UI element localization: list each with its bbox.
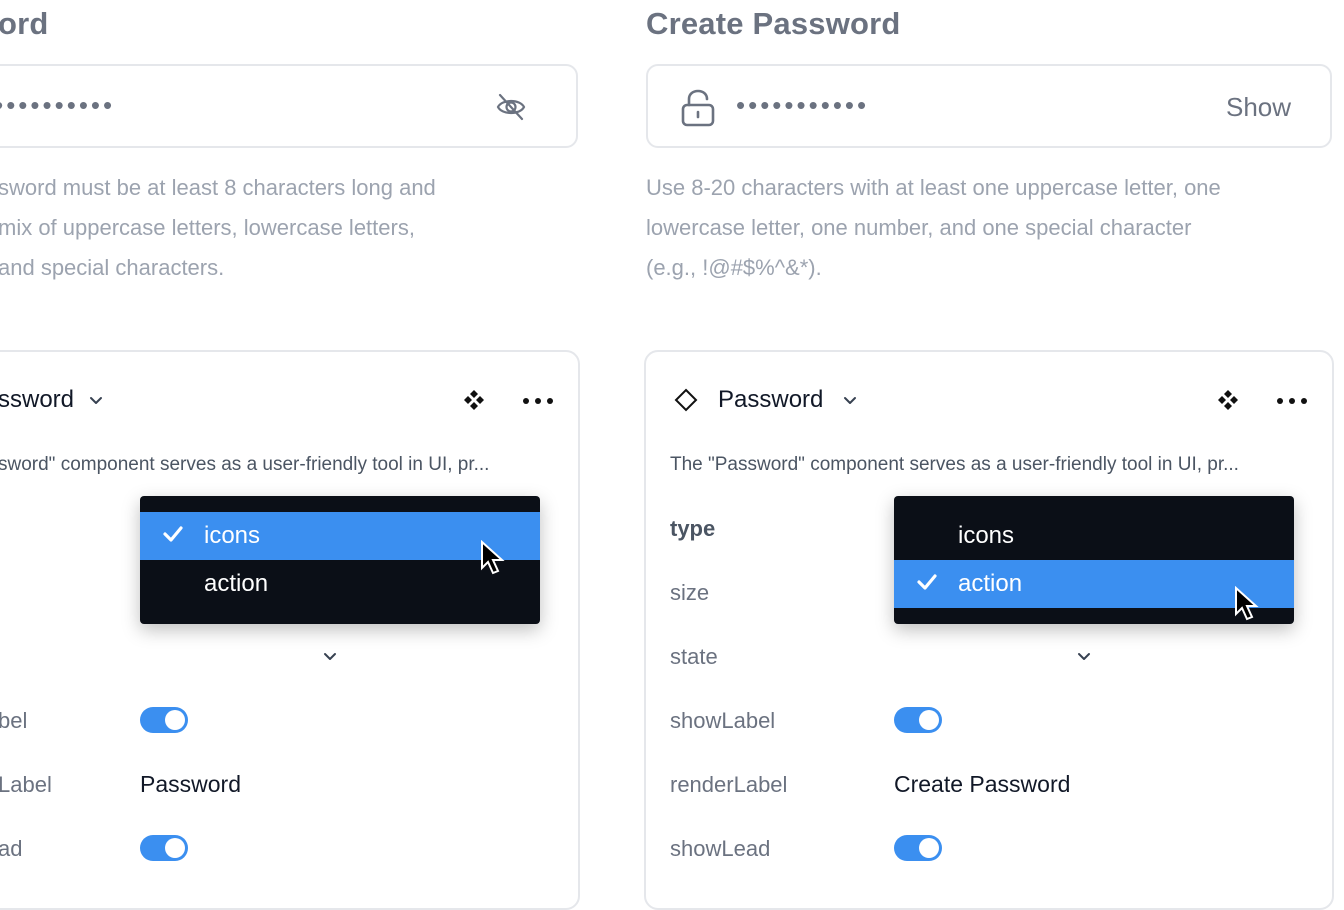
- left-toggle[interactable]: [140, 707, 188, 733]
- left-prop-label: bel: [0, 708, 28, 733]
- right-type-dropdown[interactable]: icons action: [894, 496, 1294, 624]
- right-section-title: Create Password: [646, 6, 901, 41]
- dropdown-option-action[interactable]: action: [140, 560, 540, 608]
- cursor-icon: [1234, 585, 1260, 624]
- lock-icon: [680, 88, 716, 133]
- left-component-description: sword" component serves as a user-friend…: [0, 454, 490, 475]
- component-icon[interactable]: [463, 389, 485, 416]
- prop-label-type: type: [670, 516, 716, 541]
- showlead-toggle[interactable]: [894, 835, 942, 861]
- more-icon[interactable]: [1276, 394, 1308, 412]
- right-password-mask: •••••••••••: [736, 90, 870, 120]
- prop-label-state: state: [670, 644, 718, 669]
- check-icon: [916, 572, 938, 597]
- chevron-down-icon[interactable]: [88, 392, 104, 413]
- more-icon[interactable]: [522, 394, 554, 412]
- chevron-down-icon[interactable]: [322, 650, 338, 669]
- renderlabel-value[interactable]: Create Password: [894, 771, 1070, 798]
- left-toggle[interactable]: [140, 835, 188, 861]
- left-render-label-value[interactable]: Password: [140, 771, 241, 798]
- left-password-mask: •••••••••••: [0, 90, 116, 120]
- chevron-down-icon[interactable]: [1076, 650, 1092, 669]
- dropdown-option-label: action: [204, 570, 269, 597]
- check-icon: [162, 524, 184, 549]
- dropdown-option-label: icons: [958, 522, 1015, 549]
- eye-off-icon[interactable]: [495, 92, 527, 127]
- left-component-name[interactable]: ssword: [0, 386, 74, 414]
- dropdown-option-action[interactable]: action: [894, 560, 1294, 621]
- dropdown-option-icons[interactable]: icons: [140, 512, 540, 575]
- dropdown-option-label: action: [958, 570, 1023, 597]
- right-component-name[interactable]: Password: [718, 386, 823, 414]
- left-component-card: [0, 350, 580, 910]
- prop-label-size: size: [670, 580, 710, 605]
- left-type-dropdown[interactable]: icons action: [140, 496, 540, 624]
- right-component-card: [644, 350, 1334, 910]
- show-password-button[interactable]: Show: [1226, 92, 1291, 123]
- component-icon[interactable]: [1217, 389, 1239, 416]
- dropdown-option-label: icons: [204, 522, 261, 549]
- left-hint-line-2: mix of uppercase letters, lowercase lett…: [0, 215, 415, 240]
- chevron-down-icon[interactable]: [842, 392, 858, 413]
- left-hint-line-3: and special characters.: [0, 255, 225, 280]
- left-password-field[interactable]: •••••••••••: [0, 64, 578, 148]
- prop-label-showlabel: showLabel: [670, 708, 776, 733]
- dropdown-option-icons[interactable]: icons: [894, 512, 1294, 560]
- right-component-description: The "Password" component serves as a use…: [670, 454, 1239, 475]
- right-hint-line-1: Use 8-20 characters with at least one up…: [646, 175, 1221, 200]
- prop-label-renderlabel: renderLabel: [670, 772, 788, 797]
- left-section-title: ord: [0, 6, 49, 41]
- right-hint-line-2: lowercase letter, one number, and one sp…: [646, 215, 1192, 240]
- right-password-field[interactable]: ••••••••••• Show: [646, 64, 1332, 148]
- left-prop-label: ad: [0, 836, 23, 861]
- showlabel-toggle[interactable]: [894, 707, 942, 733]
- right-hint-line-3: (e.g., !@#$%^&*).: [646, 255, 822, 280]
- diamond-icon: [674, 388, 698, 417]
- left-prop-label: Label: [0, 772, 52, 797]
- prop-label-showlead: showLead: [670, 836, 771, 861]
- left-hint-line-1: sword must be at least 8 characters long…: [0, 175, 436, 200]
